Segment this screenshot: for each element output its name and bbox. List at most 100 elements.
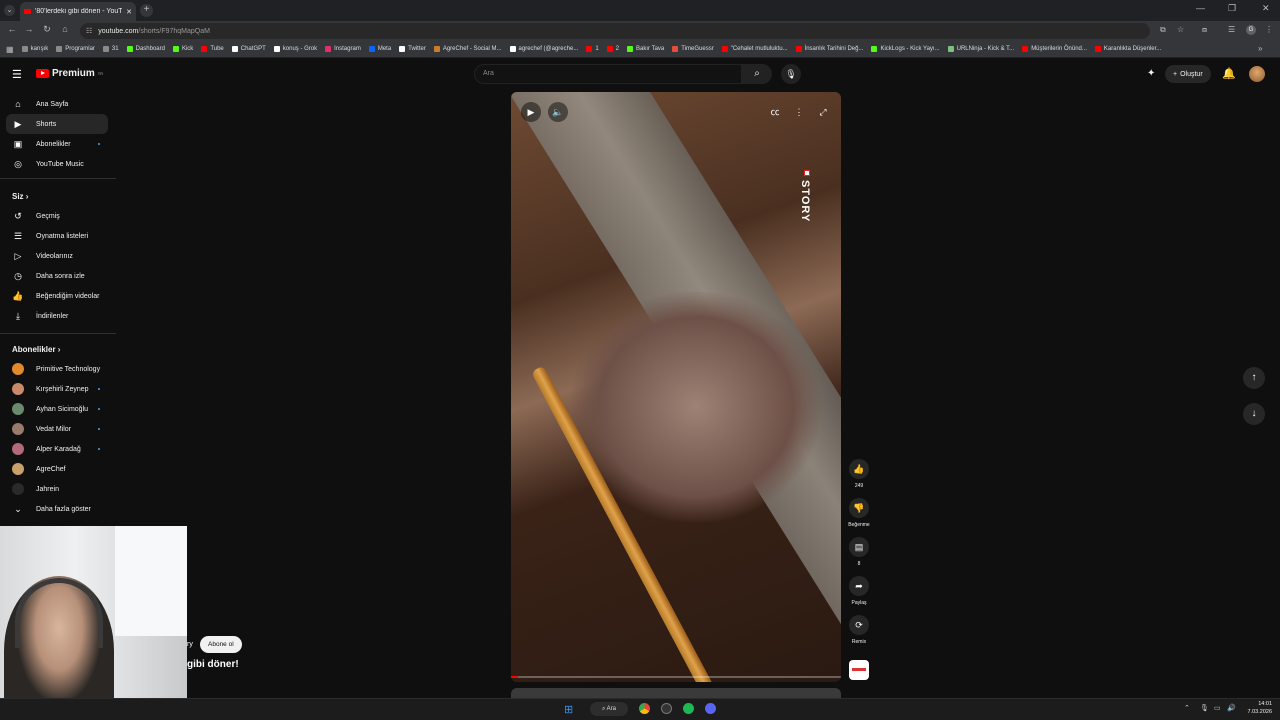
bookmark-item[interactable]: karışık: [21, 46, 48, 52]
chrome-taskbar-icon[interactable]: [639, 703, 650, 714]
sidebar-item[interactable]: ▣ Abonelikler: [6, 134, 108, 154]
bookmark-item[interactable]: Instagram: [325, 46, 361, 52]
address-bar[interactable]: ☷ youtube.com/shorts/F97hqMapQaM: [80, 23, 1150, 39]
network-icon[interactable]: ▭: [1214, 704, 1221, 712]
sidebar-item[interactable]: ◎ YouTube Music: [6, 154, 108, 174]
sidebar-item[interactable]: AgreChef: [6, 459, 108, 479]
voice-search-button[interactable]: 🎙: [781, 64, 801, 84]
bookmark-item[interactable]: Dashboard: [126, 46, 165, 52]
sidebar-item[interactable]: Ayhan Sicimoğlu: [6, 399, 108, 419]
youtube-premium-logo[interactable]: Premium TR: [36, 68, 103, 79]
search-input[interactable]: Ara: [474, 64, 742, 84]
back-icon[interactable]: ←: [6, 24, 18, 34]
sidebar-section-you[interactable]: Siz ›: [12, 192, 28, 201]
tray-expand-icon[interactable]: ⌃: [1184, 704, 1190, 712]
extensions-icon[interactable]: ⧈: [1202, 25, 1207, 35]
channel-thumbnail[interactable]: [849, 660, 869, 680]
sidebar-item[interactable]: ▶ Shorts: [6, 114, 108, 134]
play-button[interactable]: ▶: [521, 102, 541, 122]
cast-icon[interactable]: ⧉: [1160, 25, 1166, 35]
sidebar-section-subscriptions[interactable]: Abonelikler ›: [12, 345, 60, 354]
search-button[interactable]: ⌕: [742, 64, 772, 84]
all-bookmarks-icon[interactable]: »: [1258, 44, 1262, 53]
dislike-icon[interactable]: 👎: [849, 498, 869, 518]
windows-start-icon[interactable]: ⊞: [564, 703, 573, 716]
reading-list-icon[interactable]: ☰: [1228, 25, 1235, 34]
ai-tools-icon[interactable]: ✦: [1147, 68, 1155, 79]
bookmark-star-icon[interactable]: ☆: [1177, 25, 1184, 34]
bookmark-item[interactable]: AgreChef - Social M...: [433, 46, 502, 52]
bookmark-item[interactable]: URLNinja - Kick & T...: [947, 46, 1014, 52]
bookmark-item[interactable]: TimeGuessr: [672, 46, 714, 52]
mute-button[interactable]: 🔈: [548, 102, 568, 122]
profile-avatar-icon[interactable]: G: [1246, 25, 1256, 35]
guide-menu-icon[interactable]: ☰: [12, 68, 22, 81]
bookmark-item[interactable]: Programlar: [56, 46, 95, 52]
account-avatar[interactable]: [1249, 66, 1265, 82]
sidebar-item[interactable]: Primitive Technology: [6, 359, 108, 379]
like-icon[interactable]: 👍: [849, 459, 869, 479]
sidebar-item[interactable]: ⤓ İndirilenler: [6, 306, 108, 326]
sidebar-item[interactable]: Jahrein: [6, 479, 108, 499]
next-short-preview[interactable]: [511, 688, 841, 698]
bookmark-item[interactable]: Bakır Tava: [627, 46, 664, 52]
more-options-button[interactable]: ⋮: [789, 102, 809, 122]
create-button[interactable]: + Oluştur: [1165, 65, 1211, 83]
bookmark-item[interactable]: Karanlıkta Düşenler...: [1094, 46, 1161, 52]
bookmark-item[interactable]: agrechef (@agreche...: [509, 46, 578, 52]
sidebar-item[interactable]: ◷ Daha sonra izle: [6, 266, 108, 286]
sidebar-item[interactable]: Vedat Milor: [6, 419, 108, 439]
subscribe-button[interactable]: Abone ol: [200, 636, 242, 653]
app-taskbar-icon[interactable]: [661, 703, 672, 714]
comments-action[interactable]: ▤ 8: [849, 537, 869, 567]
sidebar-item[interactable]: ▷ Videolarınız: [6, 246, 108, 266]
video-progress-bar[interactable]: [511, 676, 841, 678]
spotify-taskbar-icon[interactable]: [683, 703, 694, 714]
tray-mic-icon[interactable]: 🎙: [1200, 704, 1209, 712]
bookmark-item[interactable]: Meta: [368, 46, 391, 52]
tab-search-button[interactable]: ⌄: [4, 5, 15, 16]
channel-name[interactable]: ry: [187, 641, 193, 648]
taskbar-clock[interactable]: 14:01 7.03.2026: [1240, 700, 1272, 716]
comment-icon[interactable]: ▤: [849, 537, 869, 557]
notifications-bell-icon[interactable]: 🔔: [1222, 67, 1236, 80]
bookmark-item[interactable]: 2: [606, 46, 619, 52]
bookmark-item[interactable]: ChatGPT: [231, 46, 266, 52]
menu-kebab-icon[interactable]: ⋮: [1265, 25, 1273, 34]
bookmark-item[interactable]: "Cehalet mutluluktu...: [721, 46, 788, 52]
sidebar-item[interactable]: Kırşehirli Zeynep: [6, 379, 108, 399]
close-window-icon[interactable]: ✕: [1262, 3, 1270, 14]
captions-button[interactable]: ㏄: [765, 102, 785, 122]
volume-tray-icon[interactable]: 🔊: [1227, 704, 1236, 712]
discord-taskbar-icon[interactable]: [705, 703, 716, 714]
forward-icon[interactable]: →: [23, 24, 35, 34]
bookmark-item[interactable]: 31: [102, 46, 119, 52]
bookmark-item[interactable]: Twitter: [399, 46, 426, 52]
share-icon[interactable]: ➦: [849, 576, 869, 596]
reload-icon[interactable]: ↻: [41, 24, 53, 35]
fullscreen-button[interactable]: ⤢: [813, 102, 833, 122]
previous-short-button[interactable]: ↑: [1243, 367, 1265, 389]
new-tab-button[interactable]: +: [140, 4, 153, 17]
home-browser-icon[interactable]: ⌂: [59, 24, 71, 34]
sidebar-item[interactable]: 👍 Beğendiğim videolar: [6, 286, 108, 306]
site-info-icon[interactable]: ☷: [86, 27, 92, 35]
browser-tab-active[interactable]: '80'lerdeki gibi döneri - YouTube ✕: [20, 2, 136, 21]
taskbar-search[interactable]: ⌕ Ara: [590, 702, 628, 716]
show-more-button[interactable]: ⌄ Daha fazla göster: [6, 499, 108, 519]
bookmark-item[interactable]: 1: [586, 46, 599, 52]
bookmark-item[interactable]: İnsanlık Tarihini Değ...: [795, 46, 863, 52]
maximize-icon[interactable]: ❐: [1228, 3, 1236, 14]
dislike-action[interactable]: 👎 Beğenme: [848, 498, 870, 528]
shorts-video-player[interactable]: STORY ▶ 🔈 ㏄ ⋮ ⤢: [511, 92, 841, 682]
bookmark-item[interactable]: KickLogs - Kick Yayı...: [871, 46, 940, 52]
bookmark-item[interactable]: Tube: [201, 46, 224, 52]
sidebar-item[interactable]: ↺ Geçmiş: [6, 206, 108, 226]
sidebar-item[interactable]: ☰ Oynatma listeleri: [6, 226, 108, 246]
bookmark-item[interactable]: Müşterilerin Önünd...: [1022, 46, 1087, 52]
tab-close-icon[interactable]: ✕: [126, 8, 132, 16]
sidebar-item[interactable]: Alper Karadağ: [6, 439, 108, 459]
apps-icon[interactable]: ▦: [6, 45, 14, 54]
minimize-icon[interactable]: —: [1196, 3, 1205, 13]
sidebar-item[interactable]: ⌂ Ana Sayfa: [6, 94, 108, 114]
